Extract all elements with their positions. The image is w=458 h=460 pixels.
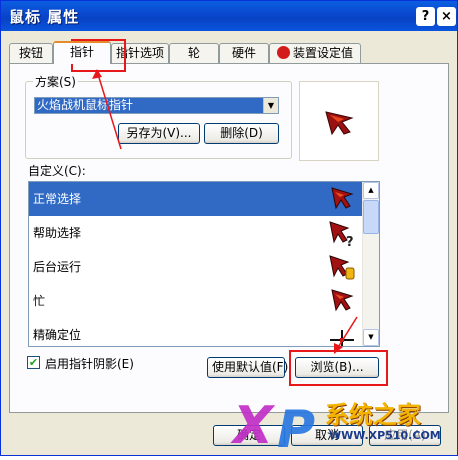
list-scrollbar[interactable]: ▲ ▼ — [362, 182, 379, 346]
window-title: 鼠标 属性 — [9, 8, 80, 26]
list-item[interactable]: 精确定位 — [29, 318, 362, 346]
tab-hardware[interactable]: 硬件 — [219, 43, 269, 63]
site-watermark: X P 系统之家 WWW.XP510.COM — [229, 389, 458, 460]
list-item-label: 正常选择 — [33, 192, 82, 206]
arrow-cursor-icon — [331, 187, 354, 210]
list-item[interactable]: 正常选择 — [29, 182, 362, 216]
scheme-dropdown[interactable]: 火焰战机鼠标指针 ▼ — [34, 97, 279, 114]
busy-cursor-icon — [331, 289, 354, 312]
tab-wheel[interactable]: 轮 — [169, 43, 219, 63]
shadow-checkbox[interactable]: ✔ — [27, 356, 40, 369]
scheme-label: 方案(S) — [33, 73, 78, 90]
list-item[interactable]: 帮助选择 ? — [29, 216, 362, 250]
save-as-button[interactable]: 另存为(V)... — [118, 123, 200, 144]
help-button[interactable]: ? — [416, 7, 435, 26]
flame-arrow-cursor-icon — [325, 111, 354, 136]
scroll-thumb[interactable] — [363, 200, 379, 234]
watermark-brand: 系统之家 — [325, 401, 421, 429]
working-cursor-icon — [329, 255, 355, 280]
tab-device-settings[interactable]: 装置设定值 — [269, 43, 361, 63]
svg-text:X: X — [230, 396, 276, 456]
list-item-label: 帮助选择 — [33, 226, 82, 240]
cursor-preview — [299, 81, 379, 161]
list-item-label: 精确定位 — [33, 328, 82, 342]
tab-device-settings-label: 装置设定值 — [292, 46, 353, 60]
annotation-arrow-down-icon — [334, 316, 358, 354]
customize-label: 自定义(C): — [28, 164, 86, 178]
svg-text:P: P — [277, 400, 315, 457]
scroll-up-icon[interactable]: ▲ — [363, 182, 379, 199]
scheme-groupbox — [25, 81, 292, 159]
help-cursor-icon: ? — [329, 221, 354, 248]
tab-buttons[interactable]: 按钮 — [9, 43, 53, 63]
title-bar[interactable]: 鼠标 属性 ? × — [1, 1, 457, 31]
tab-strip: 按钮 指针 指针选项 轮 硬件 装置设定值 — [9, 41, 449, 64]
chevron-down-icon[interactable]: ▼ — [263, 98, 278, 113]
use-default-button[interactable]: 使用默认值(F) — [207, 357, 288, 378]
delete-button[interactable]: 删除(D) — [204, 123, 279, 144]
mouse-properties-window: 鼠标 属性 ? × 按钮 指针 指针选项 轮 硬件 装置设定值 方案(S) 火焰… — [0, 0, 458, 460]
list-item[interactable]: 后台运行 — [29, 250, 362, 284]
svg-text:?: ? — [346, 235, 354, 248]
annotation-arrow-up-icon — [92, 69, 122, 150]
scroll-down-icon[interactable]: ▼ — [363, 329, 379, 346]
close-button[interactable]: × — [437, 7, 456, 26]
list-item-label: 后台运行 — [33, 260, 82, 274]
watermark-url: WWW.XP510.COM — [329, 429, 441, 442]
shadow-checkbox-label: 启用指针阴影(E) — [45, 357, 134, 371]
synaptics-icon — [276, 46, 290, 59]
tab-pointers[interactable]: 指针 — [53, 41, 111, 64]
list-item-label: 忙 — [33, 294, 46, 308]
list-item[interactable]: 忙 — [29, 284, 362, 318]
